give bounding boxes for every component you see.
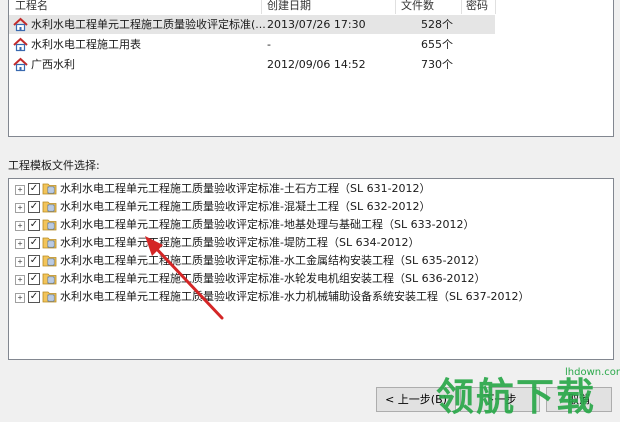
checkbox-checked-icon[interactable]: ✓ [28,273,40,285]
tree-item[interactable]: + ✓ 水利水电工程单元工程施工质量验收评定标准-地基处理与基础工程（SL 63… [9,216,569,234]
column-header-name[interactable]: 工程名 [15,0,48,14]
tree-item-label: 水利水电工程单元工程施工质量验收评定标准-地基处理与基础工程（SL 633-20… [60,218,475,231]
column-divider[interactable] [395,0,396,14]
column-divider[interactable] [495,0,496,14]
column-header-date[interactable]: 创建日期 [267,0,311,14]
checkbox-checked-icon[interactable]: ✓ [28,291,40,303]
plus-expander-icon[interactable]: + [15,257,25,267]
plus-expander-icon[interactable]: + [15,203,25,213]
tree-item[interactable]: + ✓ 水利水电工程单元工程施工质量验收评定标准-水力机械辅助设备系统安装工程（… [9,288,569,306]
tree-item[interactable]: + ✓ 水利水电工程单元工程施工质量验收评定标准-水轮发电机组安装工程（SL 6… [9,270,569,288]
project-name: 水利水电工程单元工程施工质量验收评定标准(... [31,18,266,31]
watermark-brand: 领航下载 [436,375,597,419]
tree-item-label: 水利水电工程单元工程施工质量验收评定标准-混凝土工程（SL 632-2012） [60,200,431,213]
house-icon [13,37,28,52]
project-file-count: 528个 [421,18,453,31]
project-name: 水利水电工程施工用表 [31,38,141,51]
table-row[interactable]: 水利水电工程施工用表 - 655个 [9,35,495,54]
project-date: - [267,38,271,51]
template-section-label: 工程模板文件选择: [8,159,100,172]
template-tree[interactable]: + ✓ 水利水电工程单元工程施工质量验收评定标准-土石方工程（SL 631-20… [8,178,614,360]
tree-item[interactable]: + ✓ 水利水电工程单元工程施工质量验收评定标准-土石方工程（SL 631-20… [9,180,569,198]
column-header-password[interactable]: 密码 [466,0,488,14]
project-name: 广西水利 [31,58,75,71]
plus-expander-icon[interactable]: + [15,185,25,195]
checkbox-checked-icon[interactable]: ✓ [28,219,40,231]
column-divider[interactable] [461,0,462,14]
table-row[interactable]: 水利水电工程单元工程施工质量验收评定标准(... 2013/07/26 17:3… [9,15,495,34]
plus-expander-icon[interactable]: + [15,293,25,303]
checkbox-checked-icon[interactable]: ✓ [28,201,40,213]
plus-expander-icon[interactable]: + [15,239,25,249]
checkbox-checked-icon[interactable]: ✓ [28,183,40,195]
project-list-header: 工程名 创建日期 文件数 密码 [9,0,496,14]
checkbox-checked-icon[interactable]: ✓ [28,237,40,249]
folder-doc-icon [42,237,57,249]
plus-expander-icon[interactable]: + [15,275,25,285]
column-divider[interactable] [261,0,262,14]
folder-doc-icon [42,219,57,231]
house-icon [13,57,28,72]
tree-item-label: 水利水电工程单元工程施工质量验收评定标准-水力机械辅助设备系统安装工程（SL 6… [60,290,530,303]
folder-doc-icon [42,255,57,267]
column-header-count[interactable]: 文件数 [401,0,434,14]
folder-doc-icon [42,183,57,195]
tree-item-label: 水利水电工程单元工程施工质量验收评定标准-堤防工程（SL 634-2012） [60,236,420,249]
tree-item-label: 水利水电工程单元工程施工质量验收评定标准-水工金属结构安装工程（SL 635-2… [60,254,486,267]
folder-doc-icon [42,273,57,285]
project-list[interactable]: 工程名 创建日期 文件数 密码 水利水电工程单元工程施工质量验收评定标准(...… [8,0,614,137]
tree-item[interactable]: + ✓ 水利水电工程单元工程施工质量验收评定标准-混凝土工程（SL 632-20… [9,198,569,216]
project-date: 2013/07/26 17:30 [267,18,366,31]
tree-item[interactable]: + ✓ 水利水电工程单元工程施工质量验收评定标准-水工金属结构安装工程（SL 6… [9,252,569,270]
folder-doc-icon [42,291,57,303]
tree-item-label: 水利水电工程单元工程施工质量验收评定标准-水轮发电机组安装工程（SL 636-2… [60,272,486,285]
tree-item-label: 水利水电工程单元工程施工质量验收评定标准-土石方工程（SL 631-2012） [60,182,431,195]
watermark: lhdown.com 领航下载 [430,355,620,422]
house-icon [13,17,28,32]
checkbox-checked-icon[interactable]: ✓ [28,255,40,267]
plus-expander-icon[interactable]: + [15,221,25,231]
tree-item[interactable]: + ✓ 水利水电工程单元工程施工质量验收评定标准-堤防工程（SL 634-201… [9,234,569,252]
project-file-count: 655个 [421,38,453,51]
project-file-count: 730个 [421,58,453,71]
folder-doc-icon [42,201,57,213]
table-row[interactable]: 广西水利 2012/09/06 14:52 730个 [9,55,495,74]
project-date: 2012/09/06 14:52 [267,58,366,71]
